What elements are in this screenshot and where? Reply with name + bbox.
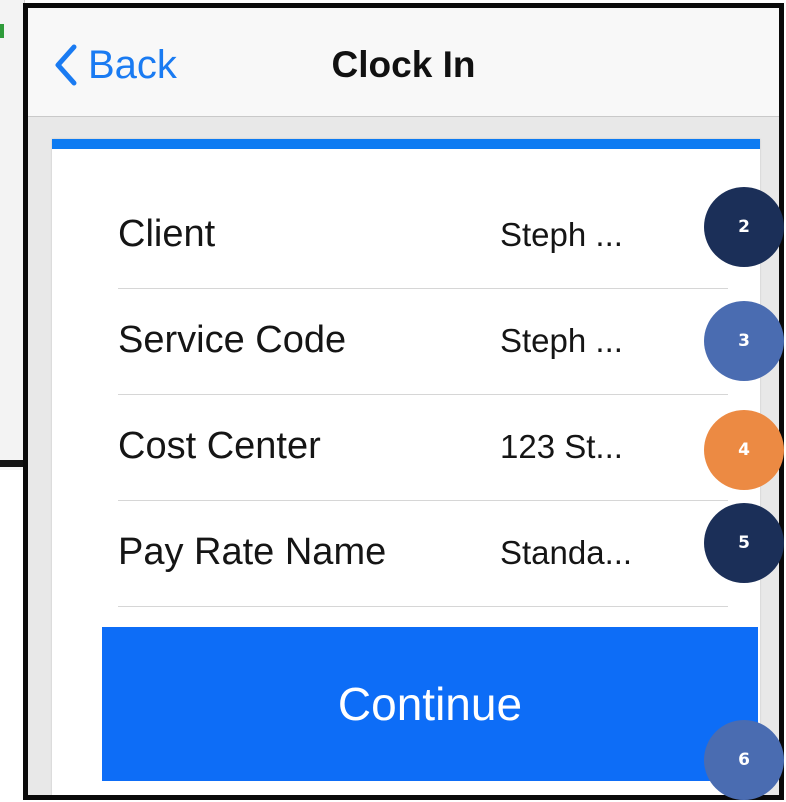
cost-center-select[interactable]: 123 St... xyxy=(500,425,728,471)
background-window xyxy=(0,0,25,470)
back-label: Back xyxy=(88,42,177,87)
callout-badge-4: 4 xyxy=(704,410,784,490)
cost-center-label: Cost Center xyxy=(118,425,321,467)
continue-button[interactable]: Continue xyxy=(102,627,758,781)
pay-rate-name-value: Standa... xyxy=(500,534,633,571)
navigation-bar: Back Clock In xyxy=(28,8,779,117)
client-select[interactable]: Steph ... xyxy=(500,213,728,259)
cost-center-value: 123 St... xyxy=(500,428,623,465)
form-row-client: Client Steph ... xyxy=(118,183,728,289)
phone-screen: Back Clock In Client Steph ... Service C… xyxy=(23,3,784,800)
client-value: Steph ... xyxy=(500,216,623,253)
callout-badge-6: 6 xyxy=(704,720,784,800)
form-row-pay-rate-name: Pay Rate Name Standa... xyxy=(118,501,728,607)
callout-badge-2: 2 xyxy=(704,187,784,267)
pay-rate-name-select[interactable]: Standa... xyxy=(500,531,728,577)
pay-rate-name-label: Pay Rate Name xyxy=(118,531,387,573)
clock-in-form-card: Client Steph ... Service Code Steph ... … xyxy=(52,139,760,795)
callout-badge-5: 5 xyxy=(704,503,784,583)
service-code-select[interactable]: Steph ... xyxy=(500,319,728,365)
form-row-service-code: Service Code Steph ... xyxy=(118,289,728,395)
client-label: Client xyxy=(118,213,216,255)
callout-badge-3: 3 xyxy=(704,301,784,381)
chevron-left-icon xyxy=(55,44,77,86)
form-row-cost-center: Cost Center 123 St... xyxy=(118,395,728,501)
service-code-label: Service Code xyxy=(118,319,347,361)
background-accent-mark xyxy=(0,24,4,38)
service-code-value: Steph ... xyxy=(500,322,623,359)
back-button[interactable]: Back xyxy=(54,40,177,90)
